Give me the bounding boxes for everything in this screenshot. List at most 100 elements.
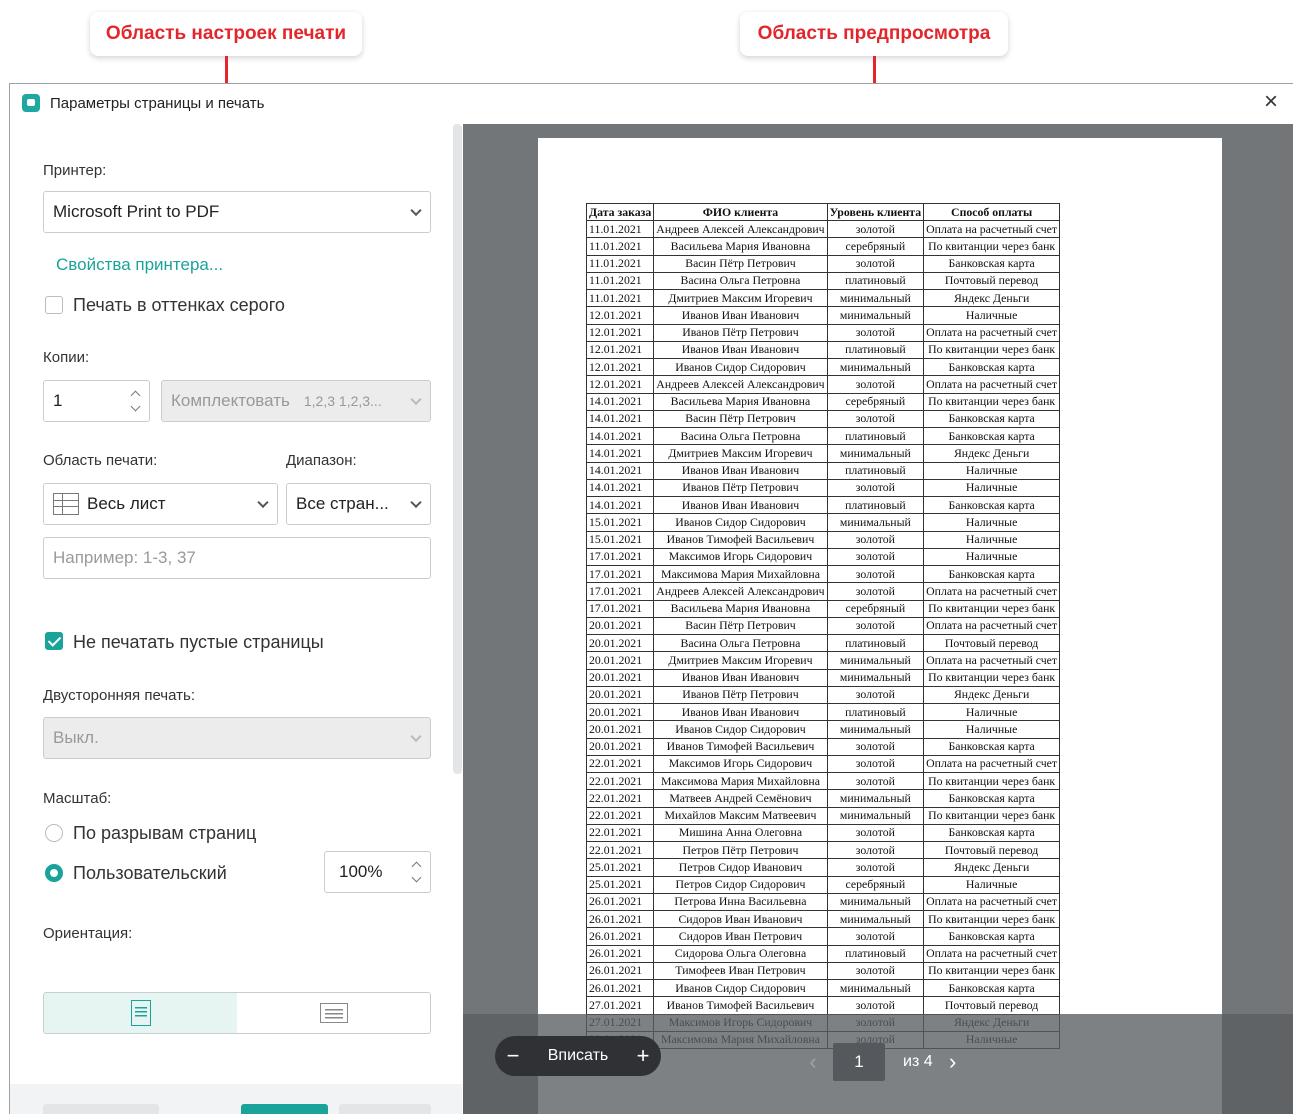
scale-breaks-label: По разрывам страниц: [73, 823, 257, 843]
decrement-icon[interactable]: [411, 872, 422, 883]
table-cell: 26.01.2021: [585, 978, 655, 998]
table-row: 14.01.2021 Васильева Мария Ивановна серебр…: [585, 392, 1061, 411]
zoom-fit-label[interactable]: Вписать: [531, 1047, 625, 1065]
previous-page-icon[interactable]: ‹: [801, 1049, 825, 1075]
table-cell: 12.01.2021: [585, 323, 655, 342]
table-cell: золотой: [826, 616, 925, 636]
table-cell: Васильева Мария Ивановна: [653, 237, 828, 256]
table-header-row: Дата заказа ФИО клиента Уровень клиента …: [585, 203, 1061, 221]
table-cell: минимальный: [826, 668, 925, 687]
save-button[interactable]: Сохранить: [43, 1104, 159, 1114]
chevron-down-icon: [410, 730, 422, 743]
table-cell: По квитанции через банк: [923, 961, 1061, 981]
table-row: 22.01.2021 Мишина Анна Олеговна золотой Бан…: [585, 823, 1061, 843]
table-cell: 25.01.2021: [585, 858, 655, 877]
table-cell: Яндекс Деньги: [923, 444, 1061, 463]
table-cell: 17.01.2021: [585, 564, 655, 584]
table-cell: золотой: [826, 254, 925, 273]
pages-input[interactable]: Например: 1-3, 37: [43, 537, 431, 579]
table-cell: золотой: [826, 375, 925, 394]
preview-area-callout: Область предпросмотра: [740, 12, 1008, 56]
table-cell: Иванов Тимофей Васильевич: [653, 996, 828, 1015]
table-cell: 11.01.2021: [585, 288, 655, 308]
printer-properties-link[interactable]: Свойства принтера...: [56, 255, 223, 275]
copies-stepper[interactable]: 1: [43, 380, 150, 422]
decrement-icon[interactable]: [130, 401, 141, 412]
table-cell: платиновый: [826, 633, 925, 653]
table-cell: 17.01.2021: [585, 547, 655, 567]
table-cell: платиновый: [826, 461, 925, 480]
print-area-value: Весь лист: [87, 494, 166, 513]
table-cell: 22.01.2021: [585, 823, 655, 843]
orientation-landscape[interactable]: [237, 993, 430, 1033]
landscape-icon: [319, 1003, 348, 1023]
table-cell: 22.01.2021: [585, 771, 655, 791]
table-cell: минимальный: [826, 789, 925, 808]
skip-blank-checkbox[interactable]: [45, 632, 63, 650]
table-row: 17.01.2021 Васильева Мария Ивановна серебр…: [585, 599, 1061, 618]
table-cell: золотой: [826, 564, 925, 584]
table-cell: Яндекс Деньги: [923, 685, 1061, 705]
close-icon[interactable]: ×: [1259, 90, 1283, 114]
table-cell: золотой: [826, 409, 925, 429]
table-cell: платиновый: [826, 495, 925, 515]
zoom-in-button[interactable]: +: [625, 1043, 661, 1069]
table-cell: Оплата на расчетный счет: [923, 892, 1061, 912]
copies-value: 1: [53, 391, 63, 410]
preview-table: Дата заказа ФИО клиента Уровень клиента …: [585, 203, 1061, 1050]
table-cell: минимальный: [826, 978, 925, 998]
table-row: 20.01.2021 Иванов Иван Иванович минимальны…: [585, 668, 1061, 687]
table-cell: 20.01.2021: [585, 720, 655, 739]
range-value: Все стран...: [296, 494, 389, 513]
table-cell: 14.01.2021: [585, 461, 655, 480]
increment-icon[interactable]: [130, 390, 141, 401]
print-button[interactable]: Печать: [241, 1104, 328, 1114]
dialog-footer: Сохранить Печать Отмена: [10, 1084, 462, 1114]
table-cell: Андреев Алексей Александрович: [653, 375, 828, 394]
table-cell: золотой: [826, 737, 925, 756]
table-cell: платиновый: [826, 271, 925, 291]
portrait-icon: [130, 1000, 151, 1026]
table-cell: Банковская карта: [923, 978, 1061, 998]
scale-label: Масштаб:: [43, 790, 112, 807]
zoom-out-button[interactable]: −: [495, 1043, 531, 1069]
page-number-input[interactable]: 1: [833, 1043, 885, 1081]
preview-page: Дата заказа ФИО клиента Уровень клиента …: [538, 138, 1222, 1114]
orientation-portrait[interactable]: [44, 993, 237, 1033]
table-cell: Иванов Иван Иванович: [653, 306, 828, 325]
table-cell: Банковская карта: [923, 564, 1061, 584]
scale-custom-radio[interactable]: [45, 864, 63, 882]
table-cell: Иванов Сидор Сидорович: [653, 357, 828, 377]
table-row: 20.01.2021 Иванов Тимофей Васильевич золот…: [585, 737, 1061, 756]
table-cell: Наличные: [923, 547, 1061, 567]
scale-breaks-radio[interactable]: [45, 824, 63, 842]
collate-label: Комплектовать: [171, 391, 290, 410]
increment-icon[interactable]: [411, 861, 422, 872]
table-cell: Оплата на расчетный счет: [923, 323, 1061, 342]
table-cell: Васина Ольга Петровна: [653, 633, 828, 653]
table-cell: золотой: [826, 582, 925, 601]
table-row: 26.01.2021 Иванов Сидор Сидорович минималь…: [585, 978, 1061, 998]
print-area-select[interactable]: Весь лист: [43, 483, 278, 525]
table-cell: Сидорова Ольга Олеговна: [653, 944, 828, 963]
next-page-icon[interactable]: ›: [941, 1049, 965, 1075]
table-row: 26.01.2021 Петрова Инна Васильевна минимал…: [585, 892, 1061, 912]
table-row: 12.01.2021 Иванов Сидор Сидорович минималь…: [585, 357, 1061, 377]
preview-toolbar: − Вписать + ‹ 1 из 4 ›: [463, 1014, 1293, 1114]
table-cell: 17.01.2021: [585, 582, 655, 601]
collate-select[interactable]: Комплектовать 1,2,3 1,2,3...: [161, 380, 431, 422]
cancel-button[interactable]: Отмена: [339, 1104, 431, 1114]
table-cell: Наличные: [923, 875, 1061, 894]
chevron-down-icon: [257, 496, 269, 509]
printer-select[interactable]: Microsoft Print to PDF: [43, 191, 431, 233]
duplex-select[interactable]: Выкл.: [43, 717, 431, 759]
range-select[interactable]: Все стран...: [286, 483, 431, 525]
table-row: 22.01.2021 Максимов Игорь Сидорович золото…: [585, 754, 1061, 774]
scale-stepper[interactable]: 100%: [324, 851, 431, 893]
settings-scrollbar[interactable]: [453, 124, 462, 774]
printer-value: Microsoft Print to PDF: [53, 202, 220, 221]
grayscale-checkbox[interactable]: [45, 296, 63, 314]
table-cell: минимальный: [826, 806, 925, 825]
screenshot-root: Область настроек печати Область предпрос…: [0, 0, 1293, 1114]
table-cell: золотой: [826, 685, 925, 705]
